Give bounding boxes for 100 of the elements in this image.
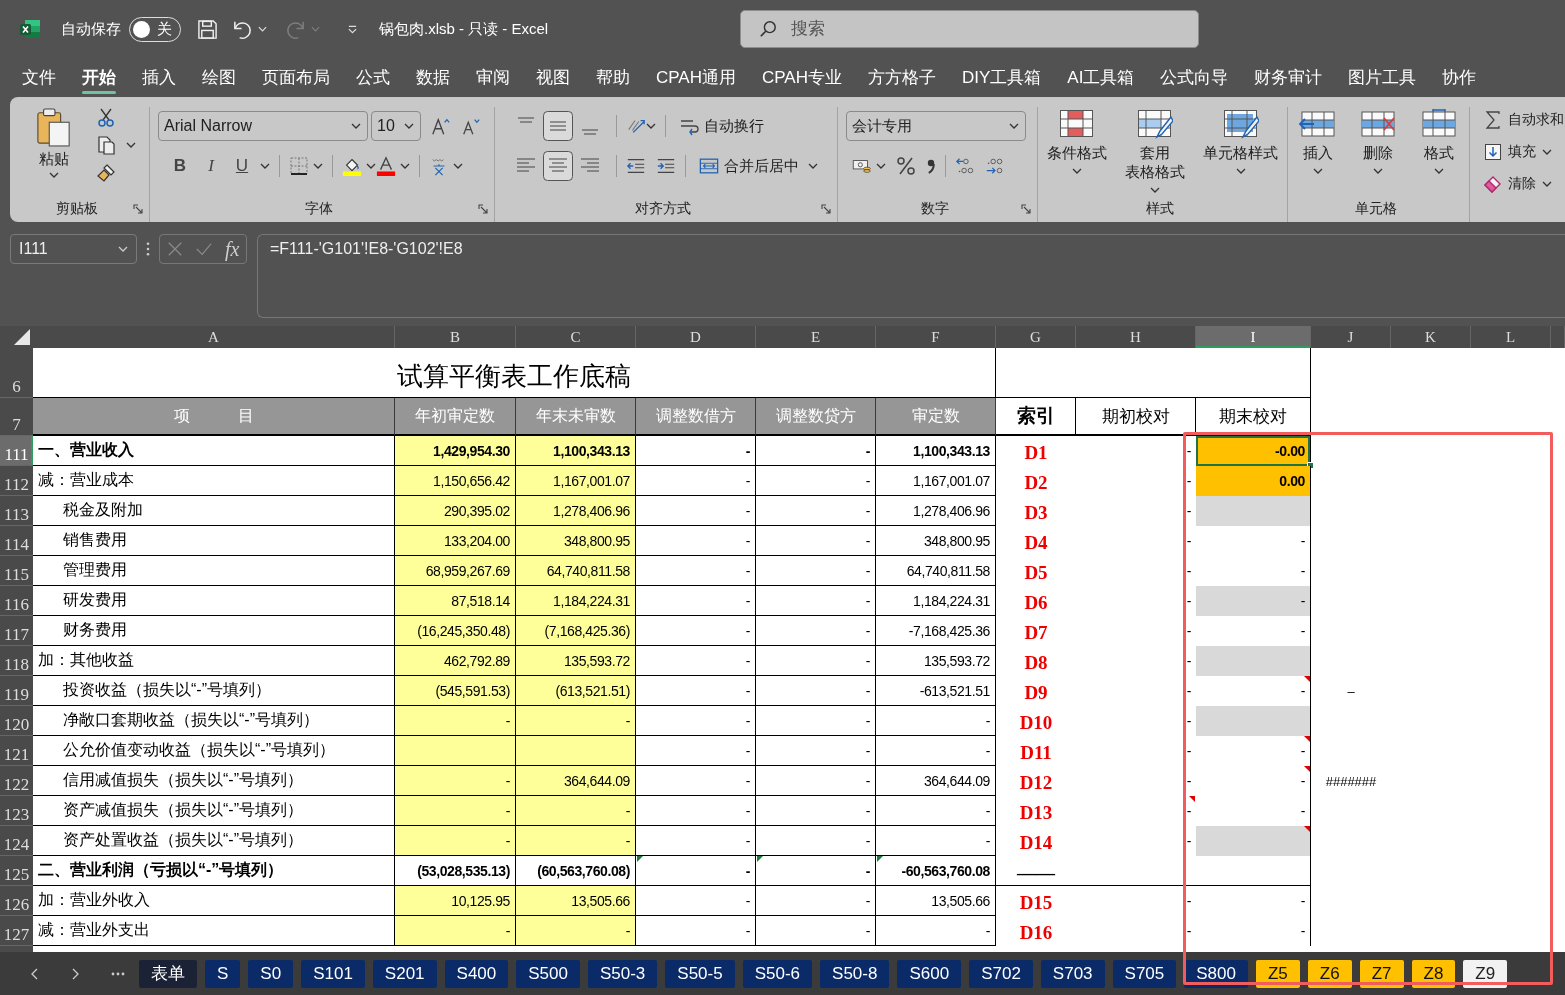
menu-tab[interactable]: 方方格子 [867,60,936,94]
vertical-align-icon[interactable] [543,111,573,141]
check-icon[interactable] [195,241,212,257]
sheet-tab[interactable]: S50-6 [742,959,813,988]
font-style-button[interactable]: U [228,156,256,176]
font-name-dropdown[interactable]: Arial Narrow [158,111,368,141]
row-header[interactable]: 126 [0,886,33,916]
borders-icon[interactable] [289,156,309,176]
sheet-tab[interactable]: S101 [301,959,365,988]
sheet-tab[interactable]: Z8 [1411,959,1456,988]
menu-tab[interactable]: 文件 [22,60,56,94]
sheet-tab[interactable]: Z9 [1463,959,1508,988]
increase-indent-icon[interactable] [656,156,676,176]
column-header[interactable]: D [636,326,756,348]
row-header[interactable]: 121 [0,736,33,766]
paste-button[interactable]: 粘贴 [26,107,82,196]
column-header[interactable]: G [996,326,1076,348]
caret-icon[interactable] [646,123,656,129]
horizontal-align-icon[interactable] [543,151,573,181]
menu-tab[interactable]: 公式向导 [1160,60,1229,94]
row-header[interactable]: 115 [0,556,33,586]
row-header[interactable]: 119 [0,676,33,706]
row-header[interactable]: 111 [0,436,33,466]
sheet-tab[interactable]: S702 [969,959,1033,988]
caret-icon[interactable] [808,163,818,169]
row-header[interactable]: 7 [0,398,33,436]
caret-icon[interactable] [453,163,463,169]
sheet-tab[interactable]: S50-5 [665,959,735,988]
scissors-icon[interactable] [96,107,116,127]
font-style-button[interactable]: B [166,156,194,176]
dialog-launcher-icon[interactable] [133,204,143,214]
caret-icon[interactable] [1433,168,1444,174]
caret-icon[interactable] [1150,187,1160,193]
row-header[interactable]: 117 [0,616,33,646]
sheet-tab[interactable]: S50-8 [820,959,890,988]
cells-menu-button[interactable]: 插入 [1298,109,1339,196]
font-color-icon[interactable] [376,156,396,176]
menu-tab[interactable]: 开始 [82,60,116,94]
dialog-launcher-icon[interactable] [821,204,831,214]
row-header[interactable]: 6 [0,348,33,398]
caret-icon[interactable] [876,163,886,169]
decrease-decimal-icon[interactable] [985,156,1005,176]
dialog-launcher-icon[interactable] [1021,204,1031,214]
percent-icon[interactable] [896,156,916,176]
row-header[interactable]: 118 [0,646,33,676]
name-box[interactable]: I111 [10,234,137,264]
menu-tab[interactable]: 数据 [416,60,450,94]
caret-icon[interactable] [1542,181,1552,187]
more-sheets-icon[interactable] [111,971,125,976]
caret-icon[interactable] [400,163,410,169]
column-header[interactable]: C [516,326,636,348]
menu-tab[interactable]: CPAH通用 [656,60,736,94]
caret-icon[interactable] [366,163,376,169]
column-header[interactable]: L [1471,326,1551,348]
caret-icon[interactable] [1009,123,1019,129]
scroll-right-icon[interactable] [71,967,79,980]
more-options-icon[interactable] [146,242,150,256]
sheet-tab[interactable]: S400 [444,959,509,988]
dialog-launcher-icon[interactable] [478,204,488,214]
sheet-tab[interactable]: S800 [1184,959,1248,988]
row-header[interactable]: 122 [0,766,33,796]
column-header[interactable]: E [756,326,876,348]
sheet-tab[interactable]: S703 [1040,959,1105,988]
increase-decimal-icon[interactable] [955,156,975,176]
caret-icon[interactable] [1235,168,1246,174]
menu-tab[interactable]: 帮助 [596,60,630,94]
menu-tab[interactable]: 财务审计 [1254,60,1323,94]
menu-tab[interactable]: 视图 [536,60,570,94]
menu-tab[interactable]: AI工具箱 [1067,60,1135,94]
shrink-font-icon[interactable] [461,116,481,136]
menu-tab[interactable]: DIY工具箱 [961,60,1042,94]
row-header[interactable]: 116 [0,586,33,616]
row-header[interactable]: 123 [0,796,33,826]
cells-menu-button[interactable]: 删除 [1358,109,1399,196]
row-header[interactable]: 113 [0,496,33,526]
caret-icon[interactable] [126,142,136,148]
sheet-tab[interactable]: Z5 [1255,959,1300,988]
paintbrush-icon[interactable] [96,163,116,183]
menu-tab[interactable]: 公式 [356,60,390,94]
customize-caret-icon[interactable] [348,24,357,34]
style-menu-button[interactable]: 条件格式 [1047,109,1107,196]
menu-tab[interactable]: 图片工具 [1348,60,1417,94]
sheet-tab[interactable]: Z7 [1359,959,1404,988]
row-header[interactable]: 114 [0,526,33,556]
sheet-tab[interactable]: 表单 [139,959,197,988]
scroll-left-icon[interactable] [31,967,39,980]
editing-button[interactable]: 自动求和 [1484,109,1565,131]
style-menu-button[interactable]: 单元格样式 [1203,109,1278,196]
caret-icon[interactable] [404,123,414,129]
select-all-icon[interactable] [14,329,30,345]
column-header[interactable]: K [1391,326,1471,348]
editing-button[interactable]: 填充 [1484,141,1565,163]
caret-icon[interactable] [1542,149,1552,155]
caret-icon[interactable] [351,123,361,129]
menu-tab[interactable]: 插入 [142,60,176,94]
menu-tab[interactable]: 绘图 [202,60,236,94]
column-header[interactable]: B [395,326,516,348]
row-header[interactable]: 125 [0,856,33,886]
cells-menu-button[interactable]: 格式 [1418,109,1459,196]
column-header[interactable]: I [1196,326,1311,348]
